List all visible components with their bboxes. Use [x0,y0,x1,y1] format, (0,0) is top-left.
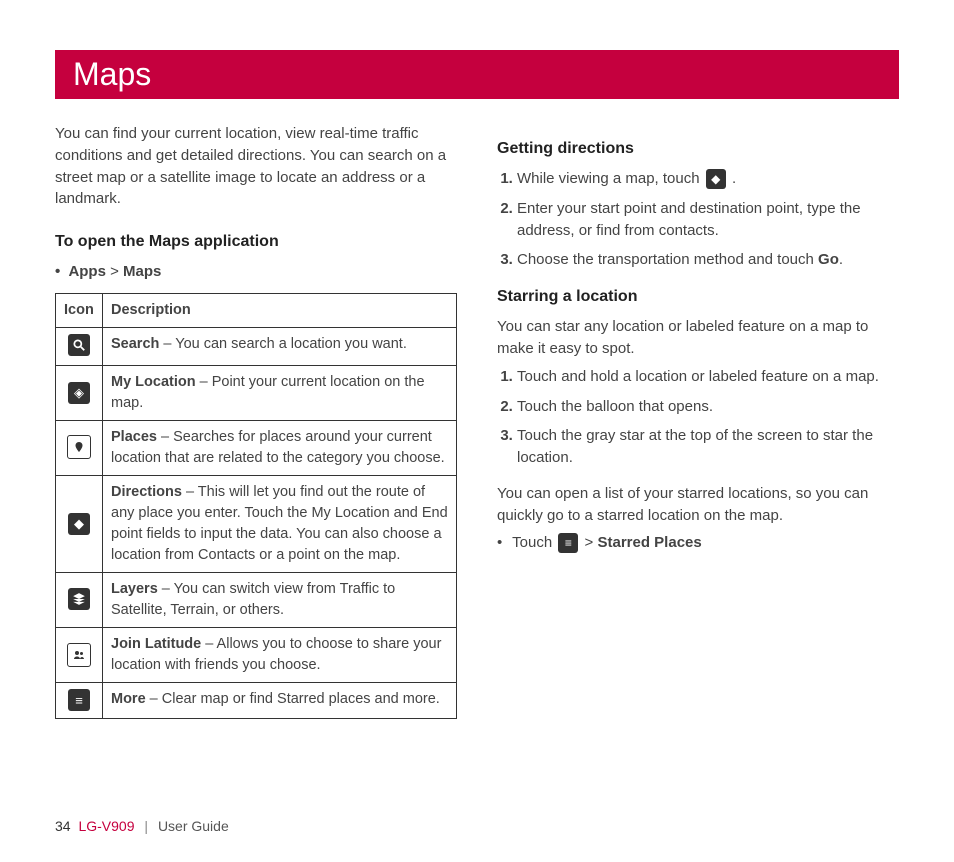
th-icon: Icon [56,293,103,327]
list-item: Touch the balloon that opens. [517,396,899,418]
row-text: – You can search a location you want. [159,336,406,352]
model-name: LG-V909 [78,818,134,834]
list-item: Enter your start point and destination p… [517,198,899,242]
nav-sep: > [585,534,598,551]
layers-icon [68,588,90,610]
table-row: Layers – You can switch view from Traffi… [56,573,457,628]
row-label: Search [111,336,159,352]
starring-heading: Starring a location [497,285,899,308]
left-column: You can find your current location, view… [55,123,457,719]
row-text: – Clear map or find Starred places and m… [146,691,440,707]
table-row: ◆ Directions – This will let you find ou… [56,476,457,573]
footer-sep: | [144,818,148,834]
row-label: Join Latitude [111,636,201,652]
row-label: My Location [111,374,196,390]
right-column: Getting directions While viewing a map, … [497,123,899,719]
touch-label: Touch [512,534,556,551]
starring-outro: You can open a list of your starred loca… [497,483,899,527]
row-text: – Searches for places around your curren… [111,429,445,466]
places-icon [67,435,91,459]
step-text: While viewing a map, touch [517,170,704,187]
table-header-row: Icon Description [56,293,457,327]
menu-icon: ≡ [558,533,578,553]
directions-heading: Getting directions [497,137,899,160]
open-app-heading: To open the Maps application [55,230,457,253]
directions-icon: ◆ [706,169,726,189]
list-item: While viewing a map, touch ◆ . [517,168,899,190]
page-number: 34 [55,818,71,834]
intro-text: You can find your current location, view… [55,123,457,210]
step-text: . [732,170,736,187]
guide-label: User Guide [158,818,229,834]
latitude-icon [67,643,91,667]
search-icon [68,334,90,356]
directions-steps: While viewing a map, touch ◆ . Enter you… [497,168,899,271]
page-title: Maps [73,56,151,92]
starred-nav: • Touch ≡ > Starred Places [497,532,899,554]
table-row: ◈ My Location – Point your current locat… [56,365,457,420]
bullet-icon: • [55,263,60,280]
row-label: Directions [111,484,182,500]
list-item: Touch and hold a location or labeled fea… [517,366,899,388]
table-row: Join Latitude – Allows you to choose to … [56,628,457,683]
step-text: . [839,251,843,268]
row-label: Layers [111,581,158,597]
table-row: Places – Searches for places around your… [56,421,457,476]
th-desc: Description [103,293,457,327]
nav-path: • Apps > Maps [55,261,457,283]
nav-sep: > [110,263,119,280]
content-columns: You can find your current location, view… [55,123,899,719]
page-footer: 34 LG-V909 | User Guide [55,818,229,834]
my-location-icon: ◈ [68,382,90,404]
nav-apps: Apps [68,263,106,280]
go-label: Go [818,251,839,268]
step-text: Choose the transportation method and tou… [517,251,818,268]
directions-icon: ◆ [68,513,90,535]
page-title-bar: Maps [55,50,899,99]
starring-steps: Touch and hold a location or labeled fea… [497,366,899,469]
nav-maps: Maps [123,263,161,280]
starring-intro: You can star any location or labeled fea… [497,316,899,360]
list-item: Choose the transportation method and tou… [517,249,899,271]
more-icon: ≡ [68,689,90,711]
starred-places-label: Starred Places [597,534,701,551]
list-item: Touch the gray star at the top of the sc… [517,425,899,469]
table-row: Search – You can search a location you w… [56,327,457,365]
bullet-icon: • [497,534,502,551]
table-row: ≡ More – Clear map or find Starred place… [56,683,457,719]
icon-table: Icon Description Search – You can search… [55,293,457,719]
row-label: More [111,691,146,707]
row-label: Places [111,429,157,445]
